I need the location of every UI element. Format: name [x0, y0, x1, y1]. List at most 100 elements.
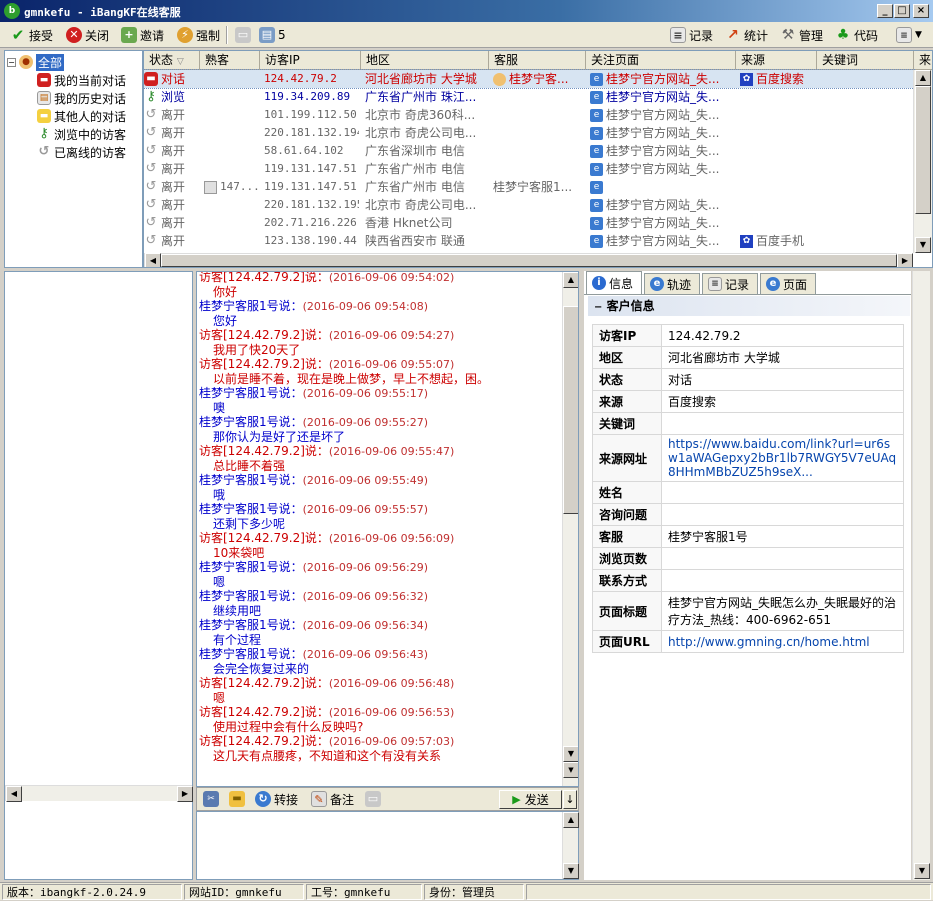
info-value[interactable]: https://www.baidu.com/link?url=ur6sw1aWA…	[661, 434, 904, 482]
grid-vertical-scrollbar[interactable]: ▲ ▼	[913, 70, 932, 253]
ip-text: 220.181.132.194	[264, 126, 359, 139]
info-row: 姓名	[592, 481, 904, 504]
chevron-down-icon: ▼	[915, 30, 922, 40]
visitor-row[interactable]: ↺ 离开 147... 119.131.147.51 广东省广州市 电信 桂梦宁客服1..…	[144, 178, 914, 196]
manage-button[interactable]: ⚒ 管理	[778, 25, 825, 45]
visitor-row[interactable]: ↺ 离开 202.71.216.226 香港 Hknet公司 e 桂梦宁官方网站_失...	[144, 214, 914, 232]
tab-trail[interactable]: e 轨迹	[644, 273, 700, 294]
transfer-button[interactable]: ↻ 转接	[253, 789, 300, 809]
scroll-thumb[interactable]	[563, 306, 578, 514]
accept-button[interactable]: ✔ 接受	[8, 25, 55, 45]
tree-item-offline[interactable]: ↺ 已离线的访客	[37, 143, 126, 161]
cell-regular	[204, 88, 258, 106]
info-value[interactable]: http://www.gmning.cn/home.html	[661, 630, 904, 653]
input-scrollbar[interactable]: ▲ ▼	[562, 812, 579, 879]
scroll-down-icon[interactable]: ▼	[563, 762, 578, 778]
minimize-button[interactable]: _	[877, 4, 893, 18]
h-scroll-thumb[interactable]	[161, 254, 897, 267]
column-header-agent[interactable]: 客服	[489, 51, 586, 70]
tab-info[interactable]: i 信息	[586, 271, 642, 294]
tree-item-my-current[interactable]: ▬ 我的当前对话	[37, 71, 126, 89]
scroll-down-icon[interactable]: ▼	[914, 863, 930, 879]
send-button[interactable]: ▶ 发送	[499, 790, 562, 809]
scroll-right-icon[interactable]: ▶	[177, 786, 193, 802]
scroll-down-icon[interactable]: ▼	[563, 863, 579, 879]
agent-name: 桂梦宁客服1号说：	[199, 647, 303, 661]
cell-source	[740, 124, 815, 142]
tree-root[interactable]: − ● 全部	[7, 53, 65, 71]
message-time: (2016-09-06 09:56:48)	[328, 677, 455, 690]
column-header-page[interactable]: 关注页面	[586, 51, 736, 70]
tab-pages[interactable]: e 页面	[760, 273, 816, 294]
visitor-row[interactable]: ↺ 离开 220.181.132.194 北京市 奇虎公司电... e 桂梦宁官方网站_失…	[144, 124, 914, 142]
info-row: 来源 百度搜索	[592, 390, 904, 413]
cell-page: e 桂梦宁官方网站_失...	[590, 70, 734, 88]
scroll-down-icon[interactable]: ▼	[563, 746, 578, 762]
scroll-right-icon[interactable]: ▶	[897, 253, 913, 267]
column-header-source[interactable]: 来源	[736, 51, 817, 70]
region-text: 北京市 奇虎公司电...	[365, 126, 477, 140]
collapse-icon[interactable]: −	[7, 57, 16, 67]
cell-page: e 桂梦宁官方网站_失...	[590, 124, 734, 142]
info-row: 联系方式	[592, 569, 904, 592]
record-button[interactable]: ≡ 记录	[668, 25, 715, 45]
column-header-keyword[interactable]: 关键词	[817, 51, 914, 70]
info-row: 地区 河北省廊坊市 大学城	[592, 346, 904, 369]
visitor-row[interactable]: ↺ 离开 58.61.64.102 广东省深圳市 电信 e 桂梦宁官方网站_失...	[144, 142, 914, 160]
column-header-regular[interactable]: 熟客	[200, 51, 260, 70]
info-scrollbar[interactable]: ▼	[912, 271, 930, 880]
message-button[interactable]: ▭	[233, 25, 253, 45]
more-menu-button[interactable]: ≡ ▼	[894, 25, 924, 45]
scroll-thumb[interactable]	[915, 86, 931, 214]
visitor-row[interactable]: ⚷ 浏览 119.34.209.89 广东省广州市 珠江... e 桂梦宁官方网站_失..…	[144, 88, 914, 106]
tree-item-browsing[interactable]: ⚷ 浏览中的访客	[37, 125, 126, 143]
scroll-up-icon[interactable]: ▲	[563, 272, 578, 288]
info-row: 访客IP 124.42.79.2	[592, 324, 904, 347]
cell-source: ✿ 百度搜索	[740, 70, 815, 88]
cell-keyword	[821, 160, 912, 178]
customer-info-section[interactable]: − 客户信息	[588, 296, 910, 316]
cell-regular: 147...	[204, 178, 258, 196]
column-header-more[interactable]: 来	[914, 51, 932, 70]
close-chat-button[interactable]: ✕ 关闭	[64, 25, 111, 45]
chat-message-text: 以前是睡不着，现在是晚上做梦，早上不想起，困。	[213, 371, 490, 386]
close-window-button[interactable]: ×	[913, 4, 929, 18]
screenshot-button[interactable]: ✂	[201, 789, 221, 809]
cell-agent	[493, 124, 584, 142]
column-header-ip[interactable]: 访客IP	[260, 51, 361, 70]
visitor-name: 访客[124.42.79.2]说：	[199, 531, 329, 545]
tree-item-others[interactable]: ▬ 其他人的对话	[37, 107, 126, 125]
grid-horizontal-scrollbar[interactable]: ◀ ▶	[144, 253, 913, 267]
visitor-row[interactable]: ↺ 离开 220.181.132.195 北京市 奇虎公司电... e 桂梦宁官方网站_失…	[144, 196, 914, 214]
scroll-up-icon[interactable]: ▲	[915, 70, 931, 86]
visitor-row[interactable]: ↺ 离开 101.199.112.50 北京市 奇虎360科... e 桂梦宁官方网站_失…	[144, 106, 914, 124]
cell-region: 广东省深圳市 电信	[365, 142, 487, 160]
scroll-left-icon[interactable]: ◀	[145, 253, 161, 267]
column-header-region[interactable]: 地区	[361, 51, 489, 70]
tab-records[interactable]: ≡ 记录	[702, 273, 758, 294]
info-row: 浏览页数	[592, 547, 904, 570]
code-button[interactable]: ♣ 代码	[833, 25, 880, 45]
maximize-button[interactable]: □	[894, 4, 910, 18]
scroll-up-icon[interactable]: ▲	[563, 812, 579, 828]
send-options-button[interactable]: ↓	[563, 790, 577, 809]
force-button[interactable]: ⚡ 强制	[175, 25, 222, 45]
invite-button[interactable]: + 邀请	[119, 25, 166, 45]
folder-button[interactable]: ▬	[227, 789, 247, 809]
source-text: 百度搜索	[756, 72, 805, 86]
stats-button[interactable]: ↗ 统计	[723, 25, 770, 45]
column-header-status[interactable]: 状态 ▽	[144, 51, 200, 70]
tree-item-my-history[interactable]: ▤ 我的历史对话	[37, 89, 126, 107]
chat-input-field[interactable]: ▲ ▼	[196, 811, 579, 880]
note-button[interactable]: ✎ 备注	[309, 789, 356, 809]
scroll-down-icon[interactable]: ▼	[915, 237, 931, 253]
left-horizontal-scrollbar[interactable]: ◀ ▶	[5, 785, 193, 802]
scroll-left-icon[interactable]: ◀	[6, 786, 22, 802]
agent-name: 桂梦宁客服1号说：	[199, 415, 303, 429]
emoji-button[interactable]: ▭	[363, 789, 383, 809]
visitor-row[interactable]: ▬ 对话 124.42.79.2 河北省廊坊市 大学城 桂梦宁客... e 桂梦宁官方网站_…	[144, 69, 915, 89]
visitor-row[interactable]: ↺ 离开 123.138.190.44 陕西省西安市 联通 e 桂梦宁官方网站_失... ✿…	[144, 232, 914, 250]
visitor-count-button[interactable]: ▤ 5	[257, 25, 288, 45]
visitor-row[interactable]: ↺ 离开 119.131.147.51 广东省广州市 电信 e 桂梦宁官方网站_失...	[144, 160, 914, 178]
chat-scrollbar[interactable]: ▲ ▼ ▼	[562, 272, 578, 786]
